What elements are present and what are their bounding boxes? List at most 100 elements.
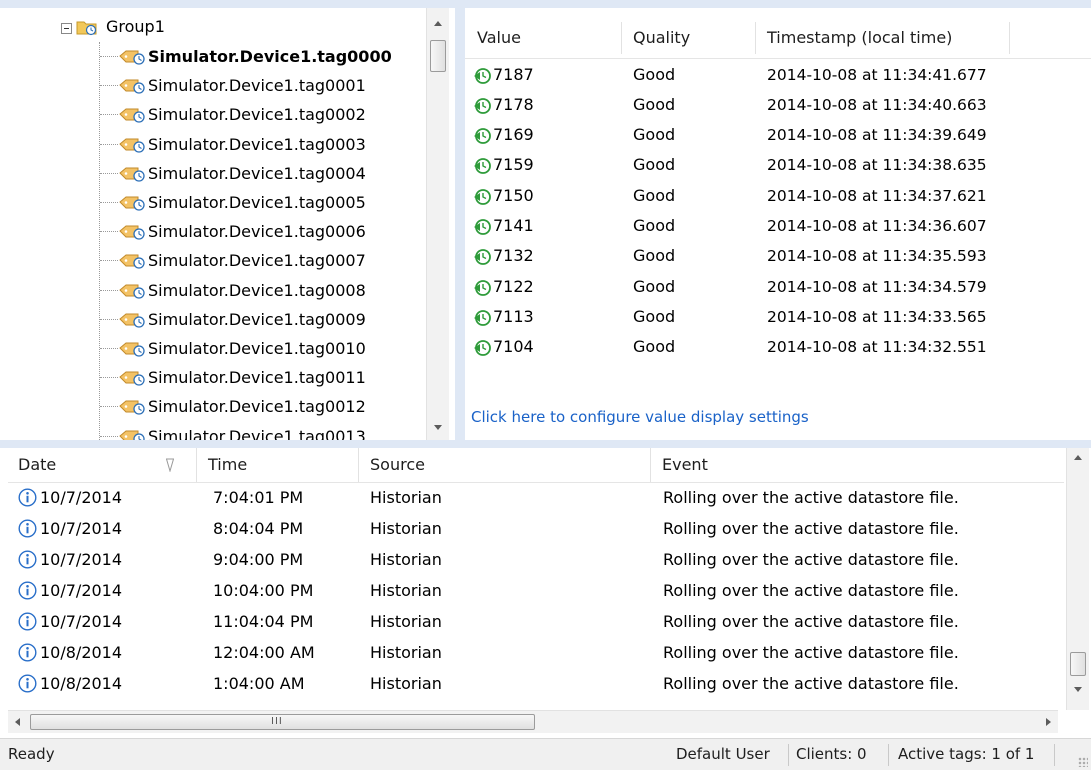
vertical-splitter[interactable]	[455, 8, 465, 440]
scroll-right-arrow-icon[interactable]	[1038, 711, 1058, 733]
column-header-source[interactable]: Source	[370, 448, 425, 482]
column-header-quality[interactable]: Quality	[633, 18, 690, 58]
event-log-row[interactable]: 10/7/2014 9:04:00 PM Historian Rolling over…	[8, 544, 1064, 575]
tree-node-label: Simulator.Device1.tag0007	[148, 251, 366, 271]
tree-vertical-scrollbar[interactable]	[426, 8, 449, 440]
column-divider[interactable]	[621, 22, 622, 54]
resize-grip-icon[interactable]	[1078, 757, 1088, 767]
event-log-row[interactable]: 10/8/2014 1:04:00 AM Historian Rolling over…	[8, 668, 1064, 699]
column-divider[interactable]	[358, 448, 359, 482]
event-log-row[interactable]: 10/7/2014 8:04:04 PM Historian Rolling over…	[8, 513, 1064, 544]
value-cell: 7122	[493, 276, 534, 296]
column-header-time[interactable]: Time	[208, 448, 247, 482]
value-cell: 7169	[493, 125, 534, 145]
tree-node-tag[interactable]: Simulator.Device1.tag0007	[8, 246, 426, 275]
event-log-row[interactable]: 10/8/2014 12:04:00 AM Historian Rolling ove…	[8, 637, 1064, 668]
time-cell: 11:04:04 PM	[213, 612, 314, 631]
timestamp-cell: 2014-10-08 at 11:34:41.677	[767, 65, 987, 84]
status-active-tags: Active tags: 1 of 1	[898, 745, 1035, 763]
column-header-timestamp[interactable]: Timestamp (local time)	[767, 18, 952, 58]
event-log-row[interactable]: 10/7/2014 10:04:00 PM Historian Rolling ove…	[8, 575, 1064, 606]
column-header-event[interactable]: Event	[662, 448, 708, 482]
scroll-up-arrow-icon[interactable]	[427, 14, 449, 34]
timestamp-cell: 2014-10-08 at 11:34:38.635	[767, 156, 987, 175]
scroll-up-arrow-icon[interactable]	[1067, 448, 1089, 468]
tree-node-tag[interactable]: Simulator.Device1.tag0008	[8, 276, 426, 305]
value-row[interactable]: 7169 Good 2014-10-08 at 11:34:39.649	[465, 120, 1091, 150]
collapse-toggle-icon[interactable]	[61, 23, 72, 34]
scroll-thumb[interactable]	[430, 40, 446, 72]
tag-icon	[119, 430, 145, 440]
event-cell: Rolling over the active datastore file.	[663, 488, 959, 507]
tag-icon	[119, 196, 145, 211]
value-row[interactable]: 7187 Good 2014-10-08 at 11:34:41.677	[465, 60, 1091, 90]
source-cell: Historian	[370, 550, 442, 569]
tree-node-tag[interactable]: Simulator.Device1.tag0000	[8, 42, 426, 71]
tree-node-tag[interactable]: Simulator.Device1.tag0003	[8, 130, 426, 159]
tree-node-tag[interactable]: Simulator.Device1.tag0005	[8, 188, 426, 217]
log-vertical-scrollbar[interactable]	[1066, 448, 1089, 710]
tag-icon	[119, 371, 145, 386]
info-icon	[18, 612, 37, 631]
scroll-left-arrow-icon[interactable]	[8, 711, 28, 733]
log-horizontal-scrollbar[interactable]: III	[8, 710, 1058, 733]
value-row[interactable]: 7113 Good 2014-10-08 at 11:34:33.565	[465, 302, 1091, 332]
quality-cell: Good	[633, 276, 676, 296]
value-cell: 7104	[493, 337, 534, 357]
tree-node-tag[interactable]: Simulator.Device1.tag0004	[8, 159, 426, 188]
tree-node-tag[interactable]: Simulator.Device1.tag0009	[8, 305, 426, 334]
column-header-value[interactable]: Value	[477, 18, 521, 58]
configure-display-link[interactable]: Click here to configure value display se…	[471, 408, 809, 426]
tree-connector	[100, 85, 118, 87]
event-log-row[interactable]: 10/7/2014 7:04:01 PM Historian Rolling over…	[8, 482, 1064, 513]
timestamp-cell: 2014-10-08 at 11:34:40.663	[767, 95, 987, 114]
date-cell: 10/7/2014	[40, 488, 123, 507]
column-header-date[interactable]: Date	[18, 448, 56, 482]
tree-node-label: Simulator.Device1.tag0008	[148, 280, 366, 300]
status-divider	[888, 744, 889, 766]
tree-node-tag[interactable]: Simulator.Device1.tag0001	[8, 71, 426, 100]
tree-connector	[100, 289, 118, 291]
tree-node-group1[interactable]: Group1	[8, 14, 426, 42]
tree-node-tag[interactable]: Simulator.Device1.tag0013	[8, 422, 426, 440]
horizontal-splitter[interactable]	[0, 440, 1091, 448]
tag-icon	[119, 50, 145, 65]
scroll-thumb[interactable]	[1070, 652, 1086, 676]
info-icon	[18, 488, 37, 507]
value-row[interactable]: 7132 Good 2014-10-08 at 11:34:35.593	[465, 241, 1091, 271]
time-cell: 9:04:00 PM	[213, 550, 304, 569]
timestamp-cell: 2014-10-08 at 11:34:37.621	[767, 186, 987, 205]
quality-cell: Good	[633, 337, 676, 357]
tree-connector	[100, 348, 118, 349]
value-arrow-clock-icon	[474, 309, 491, 326]
horizontal-scroll-thumb[interactable]: III	[30, 714, 535, 730]
time-cell: 7:04:01 PM	[213, 488, 304, 507]
column-divider[interactable]	[1009, 22, 1010, 54]
source-cell: Historian	[370, 643, 442, 662]
value-row[interactable]: 7122 Good 2014-10-08 at 11:34:34.579	[465, 272, 1091, 302]
column-divider[interactable]	[650, 448, 651, 482]
value-cell: 7113	[493, 306, 534, 326]
tree-node-tag[interactable]: Simulator.Device1.tag0012	[8, 392, 426, 421]
scroll-down-arrow-icon[interactable]	[1067, 680, 1089, 700]
value-row[interactable]: 7178 Good 2014-10-08 at 11:34:40.663	[465, 90, 1091, 120]
value-row[interactable]: 7150 Good 2014-10-08 at 11:34:37.621	[465, 181, 1091, 211]
tree-node-tag[interactable]: Simulator.Device1.tag0002	[8, 100, 426, 129]
event-log-row[interactable]: 10/7/2014 11:04:04 PM Historian Rolling ove…	[8, 606, 1064, 637]
tree-node-tag[interactable]: Simulator.Device1.tag0006	[8, 217, 426, 246]
time-cell: 8:04:04 PM	[213, 519, 304, 538]
event-cell: Rolling over the active datastore file.	[663, 674, 959, 693]
value-row[interactable]: 7141 Good 2014-10-08 at 11:34:36.607	[465, 211, 1091, 241]
date-cell: 10/8/2014	[40, 643, 123, 662]
tag-tree: Group1 Simulator.Device1.tag0000 Simulato…	[8, 8, 426, 440]
tree-node-tag[interactable]: Simulator.Device1.tag0011	[8, 363, 426, 392]
scroll-down-arrow-icon[interactable]	[427, 418, 449, 438]
timestamp-cell: 2014-10-08 at 11:34:34.579	[767, 277, 987, 296]
event-log-header: Date Time Source Event	[8, 448, 1064, 483]
tree-node-tag[interactable]: Simulator.Device1.tag0010	[8, 334, 426, 363]
column-divider[interactable]	[755, 22, 756, 54]
column-divider[interactable]	[196, 448, 197, 482]
value-row[interactable]: 7159 Good 2014-10-08 at 11:34:38.635	[465, 150, 1091, 180]
time-cell: 12:04:00 AM	[213, 643, 315, 662]
value-row[interactable]: 7104 Good 2014-10-08 at 11:34:32.551	[465, 332, 1091, 362]
